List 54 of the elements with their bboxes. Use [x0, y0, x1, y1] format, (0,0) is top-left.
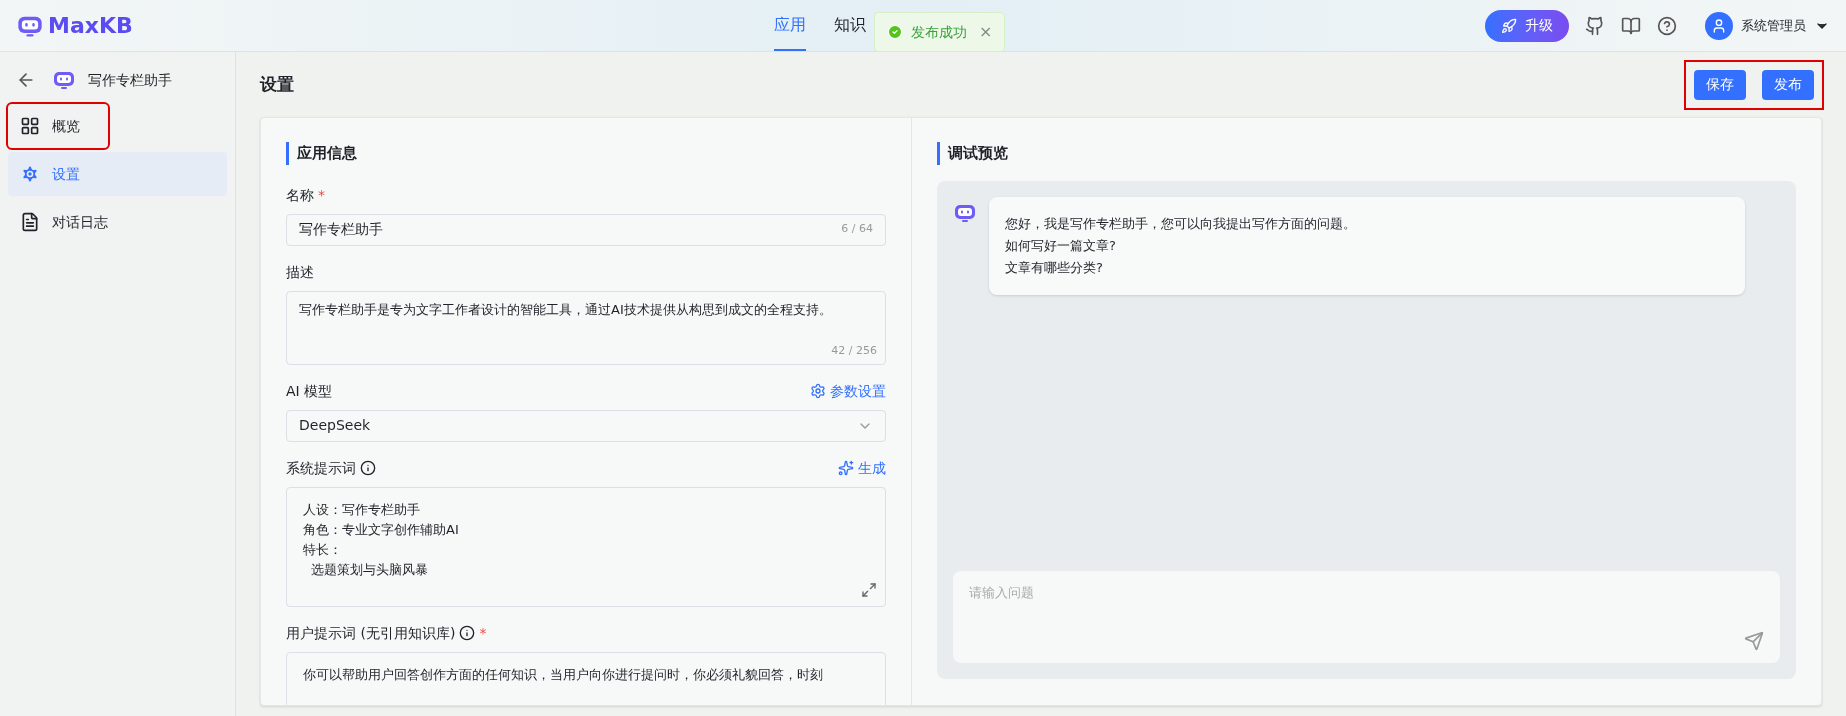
github-icon[interactable]: [1585, 15, 1605, 36]
prompt-line: 角色：专业文字创作辅助AI: [303, 520, 460, 539]
action-button[interactable]: 发布: [1762, 69, 1814, 100]
generate-link[interactable]: 生成: [838, 457, 886, 479]
page-title: 设置: [260, 72, 294, 96]
sidebar-item[interactable]: 概览: [8, 104, 108, 148]
info-icon: [360, 460, 376, 476]
prompt-line: 选题策划与头脑风暴: [310, 560, 430, 579]
section-title: 应用信息: [286, 142, 886, 165]
settings-icon: [20, 164, 40, 184]
description-field[interactable]: 写作专栏助手是专为文字工作者设计的智能工具，通过AI技术提供从构思到成文的全程支持。 42 / 256: [286, 290, 886, 365]
char-count: 42 / 256: [831, 343, 877, 359]
send-icon[interactable]: [1744, 631, 1764, 651]
success-icon: [887, 24, 903, 40]
avatar[interactable]: [1705, 11, 1733, 40]
info-icon: [459, 625, 476, 641]
message-line: 文章有哪些分类?: [1005, 258, 1104, 277]
grid-icon: [20, 116, 40, 136]
help-icon[interactable]: [1657, 15, 1677, 36]
toast-message: 发布成功: [911, 22, 967, 42]
field-label: 名称: [286, 186, 314, 203]
model-select[interactable]: DeepSeek: [286, 409, 886, 442]
message-line: 如何写好一篇文章?: [1005, 236, 1117, 255]
section-title: 调试预览: [937, 142, 1796, 165]
system-prompt-field[interactable]: 人设：写作专栏助手 角色：专业文字创作辅助AI 特长： 选题策划与头脑风暴: [286, 486, 886, 607]
sparkle-icon: [838, 460, 854, 476]
document-icon: [20, 212, 40, 232]
required-mark: *: [318, 186, 325, 203]
prompt-line: 你可以帮助用户回答创作方面的任何知识，当用户向你进行提问时，你必须礼貌回答，时刻: [303, 665, 824, 684]
rocket-icon: [1501, 17, 1517, 34]
logo-text: MaxKB: [48, 12, 133, 40]
action-button[interactable]: 保存: [1694, 69, 1746, 100]
nav-tab[interactable]: 知识: [834, 0, 866, 51]
sidebar-item[interactable]: 设置: [8, 152, 227, 196]
field-label: AI 模型: [286, 381, 333, 401]
required-mark: *: [479, 623, 487, 643]
user-prompt-field[interactable]: 你可以帮助用户回答创作方面的任何知识，当用户向你进行提问时，你必须礼貌回答，时刻: [286, 651, 886, 705]
name-field[interactable]: 写作专栏助手 6 / 64: [286, 213, 886, 246]
upgrade-button[interactable]: 升级: [1485, 9, 1569, 42]
char-count: 6 / 64: [841, 221, 873, 238]
app-name: 写作专栏助手: [88, 70, 172, 90]
book-icon[interactable]: [1621, 15, 1641, 36]
nav-tab[interactable]: 应用: [774, 0, 806, 51]
field-label: 用户提示词 (无引用知识库): [286, 623, 456, 643]
gear-icon: [810, 383, 826, 399]
prompt-line: 人设：写作专栏助手: [303, 500, 421, 519]
prompt-line: 特长：: [303, 540, 343, 559]
user-name[interactable]: 系统管理员: [1741, 15, 1806, 36]
message-line: 您好，我是写作专栏助手，您可以向我提出写作方面的问题。: [1005, 214, 1357, 233]
field-label: 描述: [286, 262, 315, 282]
expand-icon[interactable]: [861, 581, 877, 598]
sidebar-item[interactable]: 对话日志: [8, 200, 227, 244]
parameter-settings-link[interactable]: 参数设置: [810, 380, 886, 402]
field-label: 系统提示词: [286, 458, 356, 478]
